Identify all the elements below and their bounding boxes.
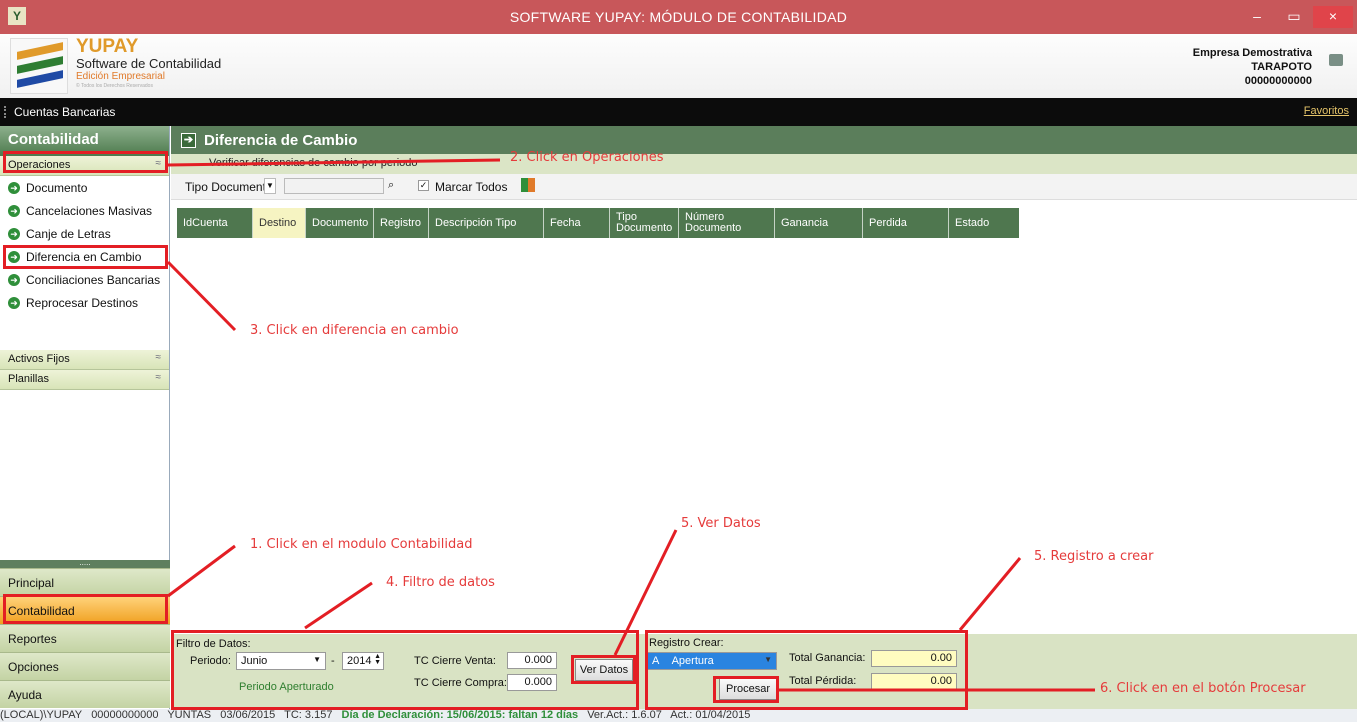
annotation-2: 2. Click en Operaciones: [510, 150, 664, 165]
annotation-3: 3. Click en diferencia en cambio: [250, 323, 459, 338]
annotation-1: 1. Click en el modulo Contabilidad: [250, 537, 473, 552]
annotation-5b: 5. Registro a crear: [1034, 549, 1154, 564]
annotation-5: 5. Ver Datos: [681, 516, 761, 531]
annotation-4: 4. Filtro de datos: [386, 575, 495, 590]
annotation-6: 6. Click en en el botón Procesar: [1100, 681, 1306, 696]
annotation-lines: [166, 158, 1095, 692]
